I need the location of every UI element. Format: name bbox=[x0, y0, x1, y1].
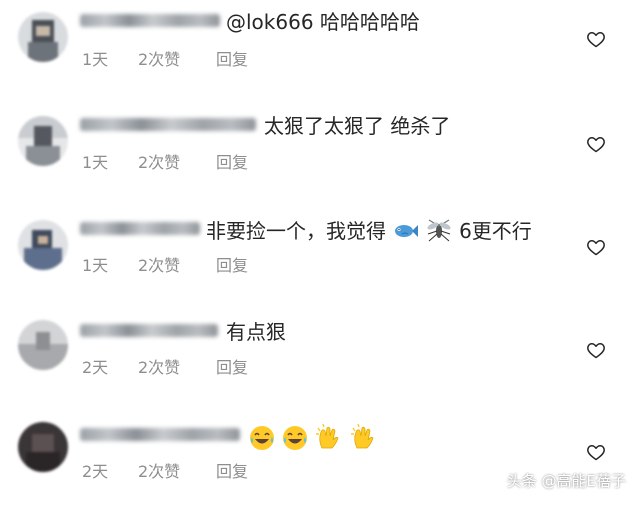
comment-emojis bbox=[248, 422, 379, 450]
username[interactable] bbox=[80, 428, 240, 441]
heart-outline-icon[interactable] bbox=[586, 237, 606, 257]
comment-text: 有点狠 bbox=[226, 320, 286, 344]
heart-outline-icon[interactable] bbox=[586, 442, 606, 462]
reply-button[interactable]: 回复 bbox=[216, 358, 248, 378]
reply-button[interactable]: 回复 bbox=[216, 50, 248, 70]
comment-item: 太狠了太狠了 绝杀了 1天 2次赞 回复 bbox=[0, 104, 640, 208]
username[interactable] bbox=[80, 118, 256, 131]
comment-text: 非要捡一个，我觉得 6更不行 bbox=[206, 218, 532, 243]
reply-button[interactable]: 回复 bbox=[216, 153, 248, 173]
comment-text-part: 非要捡一个，我觉得 bbox=[206, 219, 386, 243]
reply-button[interactable]: 回复 bbox=[216, 256, 248, 276]
clapping-hands-emoji-icon bbox=[316, 423, 339, 449]
like-count[interactable]: 2次赞 bbox=[138, 256, 180, 276]
comment-item: 有点狠 2天 2次赞 回复 bbox=[0, 310, 640, 414]
avatar[interactable] bbox=[18, 12, 68, 62]
username[interactable] bbox=[80, 14, 220, 27]
comment-item: 2天 2次赞 回复 bbox=[0, 412, 640, 516]
fish-emoji-icon bbox=[395, 225, 419, 237]
watermark: 头条 @高能E蓓子 bbox=[506, 472, 626, 490]
laughing-tears-emoji-icon bbox=[283, 426, 308, 450]
avatar[interactable] bbox=[18, 220, 68, 270]
comment-text: 太狠了太狠了 绝杀了 bbox=[264, 114, 451, 138]
reply-button[interactable]: 回复 bbox=[216, 462, 248, 482]
comment-text-part: 6更不行 bbox=[459, 219, 532, 243]
clapping-hands-emoji-icon bbox=[351, 423, 374, 449]
comment-item: @lok666 哈哈哈哈哈 1天 2次赞 回复 bbox=[0, 0, 640, 104]
like-count[interactable]: 2次赞 bbox=[138, 358, 180, 378]
username[interactable] bbox=[80, 324, 218, 337]
comment-time: 1天 bbox=[82, 50, 109, 69]
avatar[interactable] bbox=[18, 422, 68, 472]
like-count[interactable]: 2次赞 bbox=[138, 462, 180, 482]
comment-time: 2天 bbox=[82, 462, 109, 481]
like-count[interactable]: 2次赞 bbox=[138, 153, 180, 173]
heart-outline-icon[interactable] bbox=[586, 340, 606, 360]
comment-time: 1天 bbox=[82, 153, 109, 172]
heart-outline-icon[interactable] bbox=[586, 29, 606, 49]
comment-time: 1天 bbox=[82, 256, 109, 275]
like-count[interactable]: 2次赞 bbox=[138, 50, 180, 70]
avatar[interactable] bbox=[18, 320, 68, 370]
comment-text: @lok666 哈哈哈哈哈 bbox=[226, 10, 420, 34]
comment-item: 非要捡一个，我觉得 6更不行 1天 2次赞 回复 bbox=[0, 208, 640, 312]
username[interactable] bbox=[80, 222, 200, 235]
heart-outline-icon[interactable] bbox=[586, 134, 606, 154]
mosquito-emoji-icon bbox=[427, 219, 451, 242]
avatar[interactable] bbox=[18, 116, 68, 166]
laughing-tears-emoji-icon bbox=[250, 426, 274, 450]
comment-time: 2天 bbox=[82, 358, 109, 377]
